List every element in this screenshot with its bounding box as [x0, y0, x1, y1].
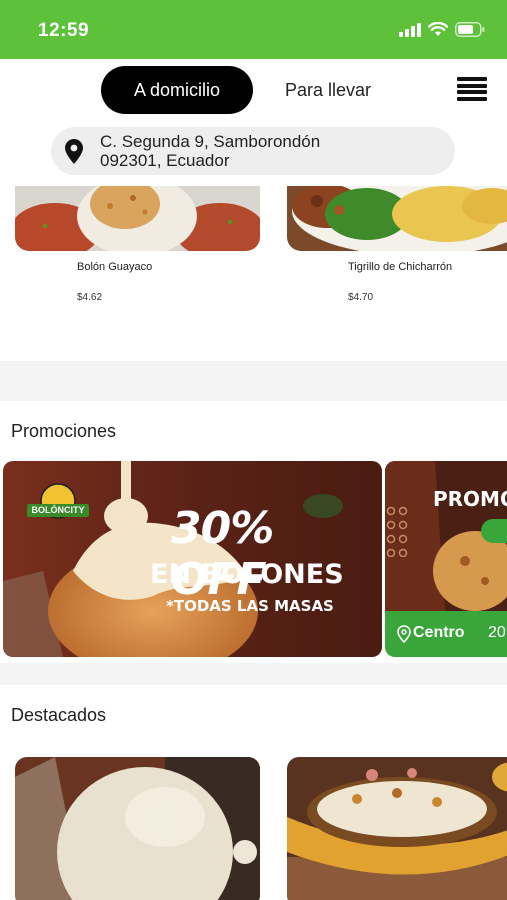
- product-name: Tigrillo de Chicharrón: [348, 261, 453, 273]
- featured-card[interactable]: [287, 757, 507, 900]
- promo-card[interactable]: BOLÓNCITY 30% OFF EN BOLONES *TODAS LAS …: [3, 461, 382, 657]
- address-line2: 092301, Ecuador: [100, 151, 230, 170]
- product-name: Bolón Guayaco: [77, 261, 153, 273]
- product-price: $4.62: [77, 292, 103, 303]
- address-text: C. Segunda 9, Samborondón 092301, Ecuado…: [100, 132, 320, 170]
- featured-title: Destacados: [11, 705, 107, 725]
- tab-takeaway[interactable]: Para llevar: [272, 66, 384, 114]
- address-line1: C. Segunda 9, Samborondón: [100, 132, 321, 151]
- signal-icon: [399, 22, 421, 37]
- product-carousel[interactable]: Bolón Guayaco $4.62 Tigrillo de Chicharr…: [0, 186, 507, 361]
- promo-subheadline: EN BOLONES: [150, 559, 344, 590]
- wifi-icon: [428, 22, 448, 36]
- promotions-title: Promociones: [11, 421, 117, 441]
- status-bar: 12:59: [0, 0, 507, 59]
- section-divider: [0, 663, 507, 685]
- featured-card[interactable]: [15, 757, 260, 900]
- map-pin-icon: [397, 625, 411, 643]
- bolon-city-logo-text: BOLÓNCITY: [31, 505, 85, 515]
- section-divider: [0, 361, 507, 401]
- promo-location: Centro: [413, 624, 465, 641]
- promo-extra: 20: [488, 624, 506, 641]
- status-time: 12:59: [38, 20, 90, 41]
- featured-carousel[interactable]: [0, 757, 507, 900]
- product-price: $4.70: [348, 292, 374, 303]
- tab-delivery[interactable]: A domicilio: [101, 66, 253, 114]
- menu-icon[interactable]: [457, 77, 487, 102]
- bolon-city-logo: BOLÓNCITY: [27, 483, 89, 523]
- location-pin-icon: [65, 139, 83, 164]
- product-image-tigrillo: [287, 186, 507, 251]
- product-image-bolon: [15, 186, 260, 251]
- header: A domicilio Para llevar: [0, 59, 507, 119]
- promo-card[interactable]: PROMO Centro 20: [385, 461, 507, 657]
- promo-note: *TODAS LAS MASAS: [166, 597, 334, 615]
- featured-image-2: [287, 757, 507, 900]
- status-icons: [399, 22, 485, 37]
- promotions-carousel[interactable]: BOLÓNCITY 30% OFF EN BOLONES *TODAS LAS …: [0, 461, 507, 658]
- battery-icon: [455, 22, 485, 37]
- promo-dots-decoration: [386, 506, 408, 557]
- promo-headline: PROMO: [433, 487, 507, 511]
- featured-image-1: [15, 757, 260, 900]
- address-selector[interactable]: C. Segunda 9, Samborondón 092301, Ecuado…: [51, 127, 455, 175]
